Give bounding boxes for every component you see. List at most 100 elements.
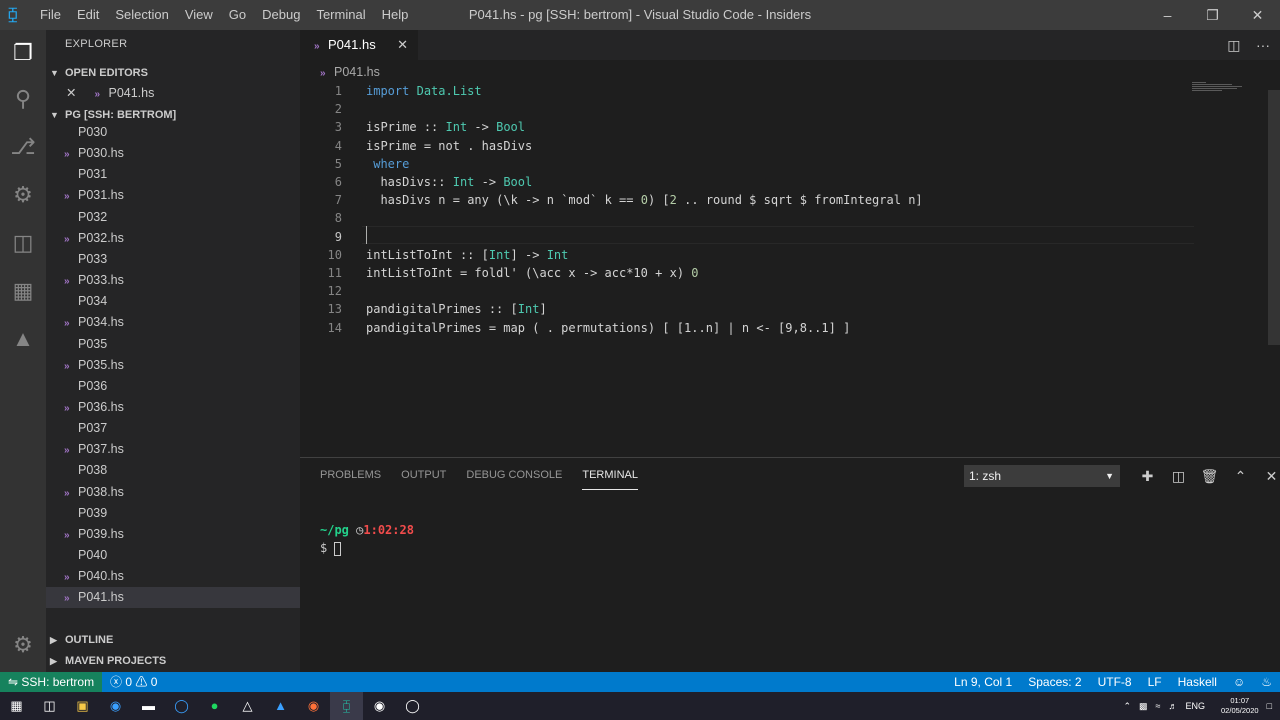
menu-go[interactable]: Go: [221, 0, 254, 30]
edge-icon[interactable]: ◉: [99, 692, 132, 720]
remote-indicator[interactable]: ⇋ SSH: bertrom: [0, 672, 103, 692]
error-count: 0: [125, 675, 133, 689]
feedback-icon[interactable]: ☺: [1233, 672, 1245, 692]
problems-indicator[interactable]: ⓧ 0 ⚠ 0: [110, 672, 157, 692]
tab-debug-console[interactable]: DEBUG CONSOLE: [466, 468, 562, 490]
explorer-icon[interactable]: ❐: [8, 38, 38, 68]
file-item[interactable]: P040: [46, 545, 300, 566]
file-item[interactable]: » P037.hs: [46, 439, 300, 460]
file-item[interactable]: P036: [46, 376, 300, 397]
volume-icon[interactable]: ♬: [1169, 692, 1178, 720]
menu-debug[interactable]: Debug: [254, 0, 308, 30]
wifi-icon[interactable]: ≈: [1156, 692, 1161, 720]
file-item[interactable]: » P031.hs: [46, 185, 300, 206]
file-item[interactable]: P034: [46, 291, 300, 312]
debug-icon[interactable]: ⚙: [8, 180, 38, 210]
tab-problems[interactable]: PROBLEMS: [320, 468, 381, 490]
file-item[interactable]: P038: [46, 460, 300, 481]
editor-scrollbar[interactable]: [1268, 90, 1280, 450]
maven-projects-header[interactable]: ▶ MAVEN PROJECTS: [46, 651, 300, 671]
file-explorer-icon[interactable]: ▣: [66, 692, 99, 720]
open-editor-item[interactable]: ✕ » P041.hs: [46, 83, 300, 104]
maximize-panel-icon[interactable]: ⌃: [1225, 465, 1256, 487]
open-editors-header[interactable]: ▼ OPEN EDITORS: [46, 63, 300, 83]
source-control-icon[interactable]: ⎇: [8, 132, 38, 162]
app3-icon[interactable]: ◯: [396, 692, 429, 720]
test-flask-icon[interactable]: ▲: [8, 324, 38, 354]
extensions-icon[interactable]: ▦: [8, 276, 38, 306]
more-actions-icon[interactable]: ···: [1256, 37, 1270, 53]
network-icon[interactable]: ▩: [1139, 692, 1148, 720]
file-item[interactable]: » P039.hs: [46, 524, 300, 545]
haskell-file-icon: »: [64, 276, 70, 288]
input-language[interactable]: ENG: [1186, 692, 1206, 720]
trash-icon[interactable]: 🗑: [1194, 465, 1225, 487]
task-view-icon[interactable]: ◫: [33, 692, 66, 720]
browser-icon[interactable]: ◯: [165, 692, 198, 720]
file-item[interactable]: » P036.hs: [46, 397, 300, 418]
tab-p041[interactable]: » P041.hs ✕: [300, 30, 418, 60]
close-window-button[interactable]: ✕: [1235, 0, 1280, 30]
file-item[interactable]: » P040.hs: [46, 566, 300, 587]
line-number: 7: [334, 193, 342, 208]
line-ending[interactable]: LF: [1148, 672, 1162, 692]
app-icon[interactable]: ▬: [132, 692, 165, 720]
new-terminal-icon[interactable]: ✚: [1132, 465, 1163, 487]
encoding[interactable]: UTF-8: [1098, 672, 1132, 692]
app2-icon[interactable]: △: [231, 692, 264, 720]
vscode-taskbar-icon[interactable]: ⧮: [330, 692, 363, 720]
close-tab-icon[interactable]: ✕: [397, 30, 408, 60]
file-item[interactable]: » P034.hs: [46, 312, 300, 333]
file-item[interactable]: P033: [46, 249, 300, 270]
minimap[interactable]: [1192, 82, 1252, 102]
close-panel-icon[interactable]: ✕: [1256, 465, 1280, 487]
close-icon[interactable]: ✕: [66, 86, 76, 100]
windows-start-icon[interactable]: ▦: [0, 692, 33, 720]
tab-output[interactable]: OUTPUT: [401, 468, 446, 490]
menu-view[interactable]: View: [177, 0, 221, 30]
menu-edit[interactable]: Edit: [69, 0, 107, 30]
file-item[interactable]: » P032.hs: [46, 228, 300, 249]
spotify-icon[interactable]: ●: [198, 692, 231, 720]
split-terminal-icon[interactable]: ◫: [1163, 465, 1194, 487]
menu-file[interactable]: File: [32, 0, 69, 30]
menu-terminal[interactable]: Terminal: [308, 0, 373, 30]
file-item[interactable]: » P030.hs: [46, 143, 300, 164]
file-item[interactable]: » P033.hs: [46, 270, 300, 291]
file-item[interactable]: » P035.hs: [46, 355, 300, 376]
language-mode[interactable]: Haskell: [1178, 672, 1217, 692]
search-icon[interactable]: ⚲: [8, 84, 38, 114]
indentation[interactable]: Spaces: 2: [1028, 672, 1081, 692]
outline-header[interactable]: ▶ OUTLINE: [46, 630, 300, 650]
manage-gear-icon[interactable]: ⚙: [8, 630, 38, 660]
tab-terminal[interactable]: TERMINAL: [582, 468, 638, 490]
split-editor-icon[interactable]: ◫: [1227, 37, 1240, 53]
clock[interactable]: 01:07 02/05/2020: [1213, 692, 1259, 720]
breadcrumb[interactable]: » P041.hs: [320, 65, 380, 79]
menu-help[interactable]: Help: [374, 0, 417, 30]
terminal-select[interactable]: 1: zsh ▼: [964, 465, 1120, 487]
file-item[interactable]: P037: [46, 418, 300, 439]
panel-tabs: PROBLEMS OUTPUT DEBUG CONSOLE TERMINAL: [320, 468, 658, 490]
network-app-icon[interactable]: ▲: [264, 692, 297, 720]
file-item[interactable]: P039: [46, 503, 300, 524]
firefox-icon[interactable]: ◉: [297, 692, 330, 720]
menu-selection[interactable]: Selection: [107, 0, 176, 30]
file-item[interactable]: » P038.hs: [46, 482, 300, 503]
remote-explorer-icon[interactable]: ◫: [8, 228, 38, 258]
tray-chevron-icon[interactable]: ⌃: [1123, 692, 1131, 720]
scrollbar-thumb[interactable]: [1268, 90, 1280, 345]
file-item[interactable]: P031: [46, 164, 300, 185]
chrome-icon[interactable]: ◉: [363, 692, 396, 720]
cursor-position[interactable]: Ln 9, Col 1: [954, 672, 1012, 692]
file-item[interactable]: P032: [46, 207, 300, 228]
action-center-icon[interactable]: □: [1267, 692, 1272, 720]
minimize-button[interactable]: –: [1145, 0, 1190, 30]
outline-label: OUTLINE: [65, 634, 114, 646]
file-item[interactable]: P030: [46, 122, 300, 143]
notifications-bell-icon[interactable]: ♨: [1261, 672, 1272, 692]
file-item[interactable]: » P041.hs: [46, 587, 300, 609]
restore-button[interactable]: ❐: [1190, 0, 1235, 30]
file-item[interactable]: P035: [46, 334, 300, 355]
terminal-output[interactable]: ~/pg ◷1:02:28 $: [320, 521, 414, 557]
